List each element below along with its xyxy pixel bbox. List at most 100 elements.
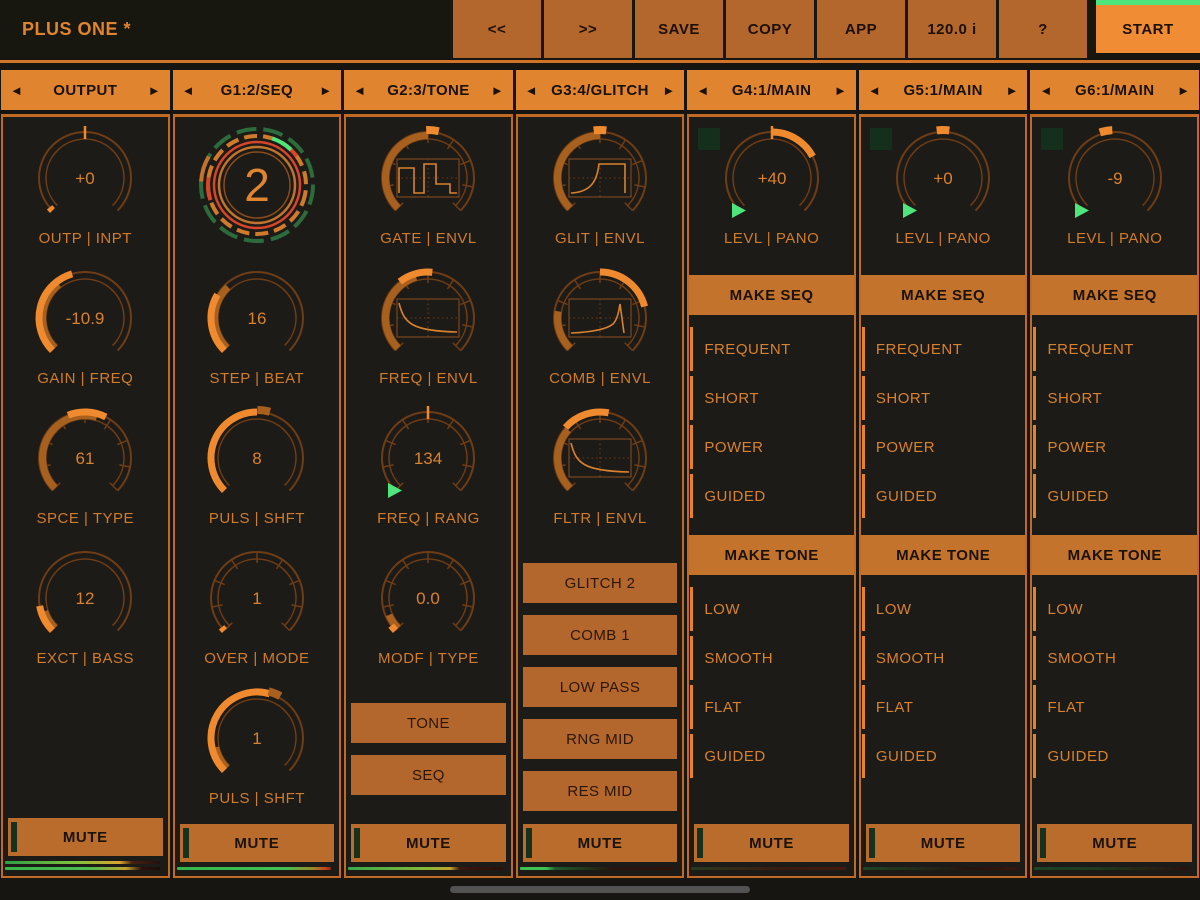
- option-power[interactable]: POWER: [690, 425, 850, 469]
- knob[interactable]: FLTR | ENVL: [518, 403, 683, 543]
- option-power[interactable]: POWER: [1033, 425, 1193, 469]
- chevron-right-icon[interactable]: ►: [1177, 84, 1190, 97]
- option-low[interactable]: LOW: [690, 587, 850, 631]
- option-flat[interactable]: FLAT: [690, 685, 850, 729]
- chevron-right-icon[interactable]: ►: [662, 84, 675, 97]
- knob[interactable]: 8PULS | SHFT: [175, 403, 340, 543]
- knob-dial[interactable]: +0: [30, 123, 140, 233]
- chevron-left-icon[interactable]: ◄: [10, 84, 23, 97]
- knob-dial[interactable]: [373, 263, 483, 373]
- prev-button[interactable]: <<: [453, 0, 541, 58]
- knob-dial[interactable]: [545, 403, 655, 513]
- mute-button[interactable]: MUTE: [866, 824, 1021, 862]
- chevron-left-icon[interactable]: ◄: [182, 84, 195, 97]
- knob[interactable]: 16STEP | BEAT: [175, 263, 340, 403]
- make-seq-button[interactable]: MAKE SEQ: [689, 275, 854, 315]
- knob[interactable]: 134FREQ | RANG: [346, 403, 511, 543]
- knob[interactable]: -10.9GAIN | FREQ: [3, 263, 168, 403]
- knob[interactable]: 1PULS | SHFT: [175, 683, 340, 823]
- option-flat[interactable]: FLAT: [1033, 685, 1193, 729]
- option-short[interactable]: SHORT: [862, 376, 1022, 420]
- option-smooth[interactable]: SMOOTH: [690, 636, 850, 680]
- knob[interactable]: +40LEVL | PANO: [689, 123, 854, 263]
- chevron-left-icon[interactable]: ◄: [1039, 84, 1052, 97]
- knob[interactable]: 1OVER | MODE: [175, 543, 340, 683]
- option-frequent[interactable]: FREQUENT: [862, 327, 1022, 371]
- knob[interactable]: 61SPCE | TYPE: [3, 403, 168, 543]
- option-short[interactable]: SHORT: [1033, 376, 1193, 420]
- make-tone-button[interactable]: MAKE TONE: [1032, 535, 1197, 575]
- option-guided[interactable]: GUIDED: [862, 734, 1022, 778]
- knob-dial[interactable]: -10.9: [30, 263, 140, 373]
- knob-dial[interactable]: 1: [202, 683, 312, 793]
- knob-dial[interactable]: 16: [202, 263, 312, 373]
- app-button[interactable]: APP: [817, 0, 905, 58]
- option-low[interactable]: LOW: [862, 587, 1022, 631]
- option-guided[interactable]: GUIDED: [1033, 474, 1193, 518]
- sequence-dial-slot[interactable]: 2: [175, 123, 340, 263]
- knob[interactable]: +0LEVL | PANO: [861, 123, 1026, 263]
- knob[interactable]: +0OUTP | INPT: [3, 123, 168, 263]
- mute-button[interactable]: MUTE: [351, 824, 506, 862]
- chevron-left-icon[interactable]: ◄: [525, 84, 538, 97]
- option-smooth[interactable]: SMOOTH: [1033, 636, 1193, 680]
- chevron-right-icon[interactable]: ►: [1006, 84, 1019, 97]
- make-seq-button[interactable]: MAKE SEQ: [861, 275, 1026, 315]
- option-guided[interactable]: GUIDED: [690, 734, 850, 778]
- option-guided[interactable]: GUIDED: [1033, 734, 1193, 778]
- option-power[interactable]: POWER: [862, 425, 1022, 469]
- mute-button[interactable]: MUTE: [8, 818, 163, 856]
- knob-dial[interactable]: +40: [717, 123, 827, 233]
- knob-dial[interactable]: 61: [30, 403, 140, 513]
- horizontal-scrollbar[interactable]: [450, 886, 750, 893]
- option-smooth[interactable]: SMOOTH: [862, 636, 1022, 680]
- knob-dial[interactable]: +0: [888, 123, 998, 233]
- knob-dial[interactable]: 1: [202, 543, 312, 653]
- knob[interactable]: GATE | ENVL: [346, 123, 511, 263]
- knob-dial[interactable]: [545, 263, 655, 373]
- save-button[interactable]: SAVE: [635, 0, 723, 58]
- knob-dial[interactable]: 8: [202, 403, 312, 513]
- knob-dial[interactable]: [545, 123, 655, 233]
- chevron-left-icon[interactable]: ◄: [868, 84, 881, 97]
- knob[interactable]: 12EXCT | BASS: [3, 543, 168, 683]
- knob[interactable]: FREQ | ENVL: [346, 263, 511, 403]
- glitch-2-button[interactable]: GLITCH 2: [523, 563, 678, 603]
- comb-1-button[interactable]: COMB 1: [523, 615, 678, 655]
- chevron-right-icon[interactable]: ►: [319, 84, 332, 97]
- res-mid-button[interactable]: RES MID: [523, 771, 678, 811]
- make-seq-button[interactable]: MAKE SEQ: [1032, 275, 1197, 315]
- help-button[interactable]: ?: [999, 0, 1087, 58]
- option-low[interactable]: LOW: [1033, 587, 1193, 631]
- option-short[interactable]: SHORT: [690, 376, 850, 420]
- knob-dial[interactable]: 0.0: [373, 543, 483, 653]
- mute-button[interactable]: MUTE: [694, 824, 849, 862]
- knob-dial[interactable]: -9: [1060, 123, 1170, 233]
- option-frequent[interactable]: FREQUENT: [1033, 327, 1193, 371]
- option-guided[interactable]: GUIDED: [862, 474, 1022, 518]
- next-button[interactable]: >>: [544, 0, 632, 58]
- knob[interactable]: COMB | ENVL: [518, 263, 683, 403]
- mute-button[interactable]: MUTE: [1037, 824, 1192, 862]
- knob-dial[interactable]: 12: [30, 543, 140, 653]
- knob-dial[interactable]: [373, 123, 483, 233]
- option-guided[interactable]: GUIDED: [690, 474, 850, 518]
- low-pass-button[interactable]: LOW PASS: [523, 667, 678, 707]
- copy-button[interactable]: COPY: [726, 0, 814, 58]
- option-frequent[interactable]: FREQUENT: [690, 327, 850, 371]
- chevron-left-icon[interactable]: ◄: [353, 84, 366, 97]
- chevron-right-icon[interactable]: ►: [148, 84, 161, 97]
- chevron-right-icon[interactable]: ►: [834, 84, 847, 97]
- start-button[interactable]: START: [1096, 0, 1200, 53]
- make-tone-button[interactable]: MAKE TONE: [689, 535, 854, 575]
- mute-button[interactable]: MUTE: [180, 824, 335, 862]
- seq-button[interactable]: SEQ: [351, 755, 506, 795]
- knob[interactable]: -9LEVL | PANO: [1032, 123, 1197, 263]
- option-flat[interactable]: FLAT: [862, 685, 1022, 729]
- knob[interactable]: 0.0MODF | TYPE: [346, 543, 511, 683]
- tone-button[interactable]: TONE: [351, 703, 506, 743]
- mute-button[interactable]: MUTE: [523, 824, 678, 862]
- tempo-button[interactable]: 120.0 i: [908, 0, 996, 58]
- rng-mid-button[interactable]: RNG MID: [523, 719, 678, 759]
- chevron-right-icon[interactable]: ►: [491, 84, 504, 97]
